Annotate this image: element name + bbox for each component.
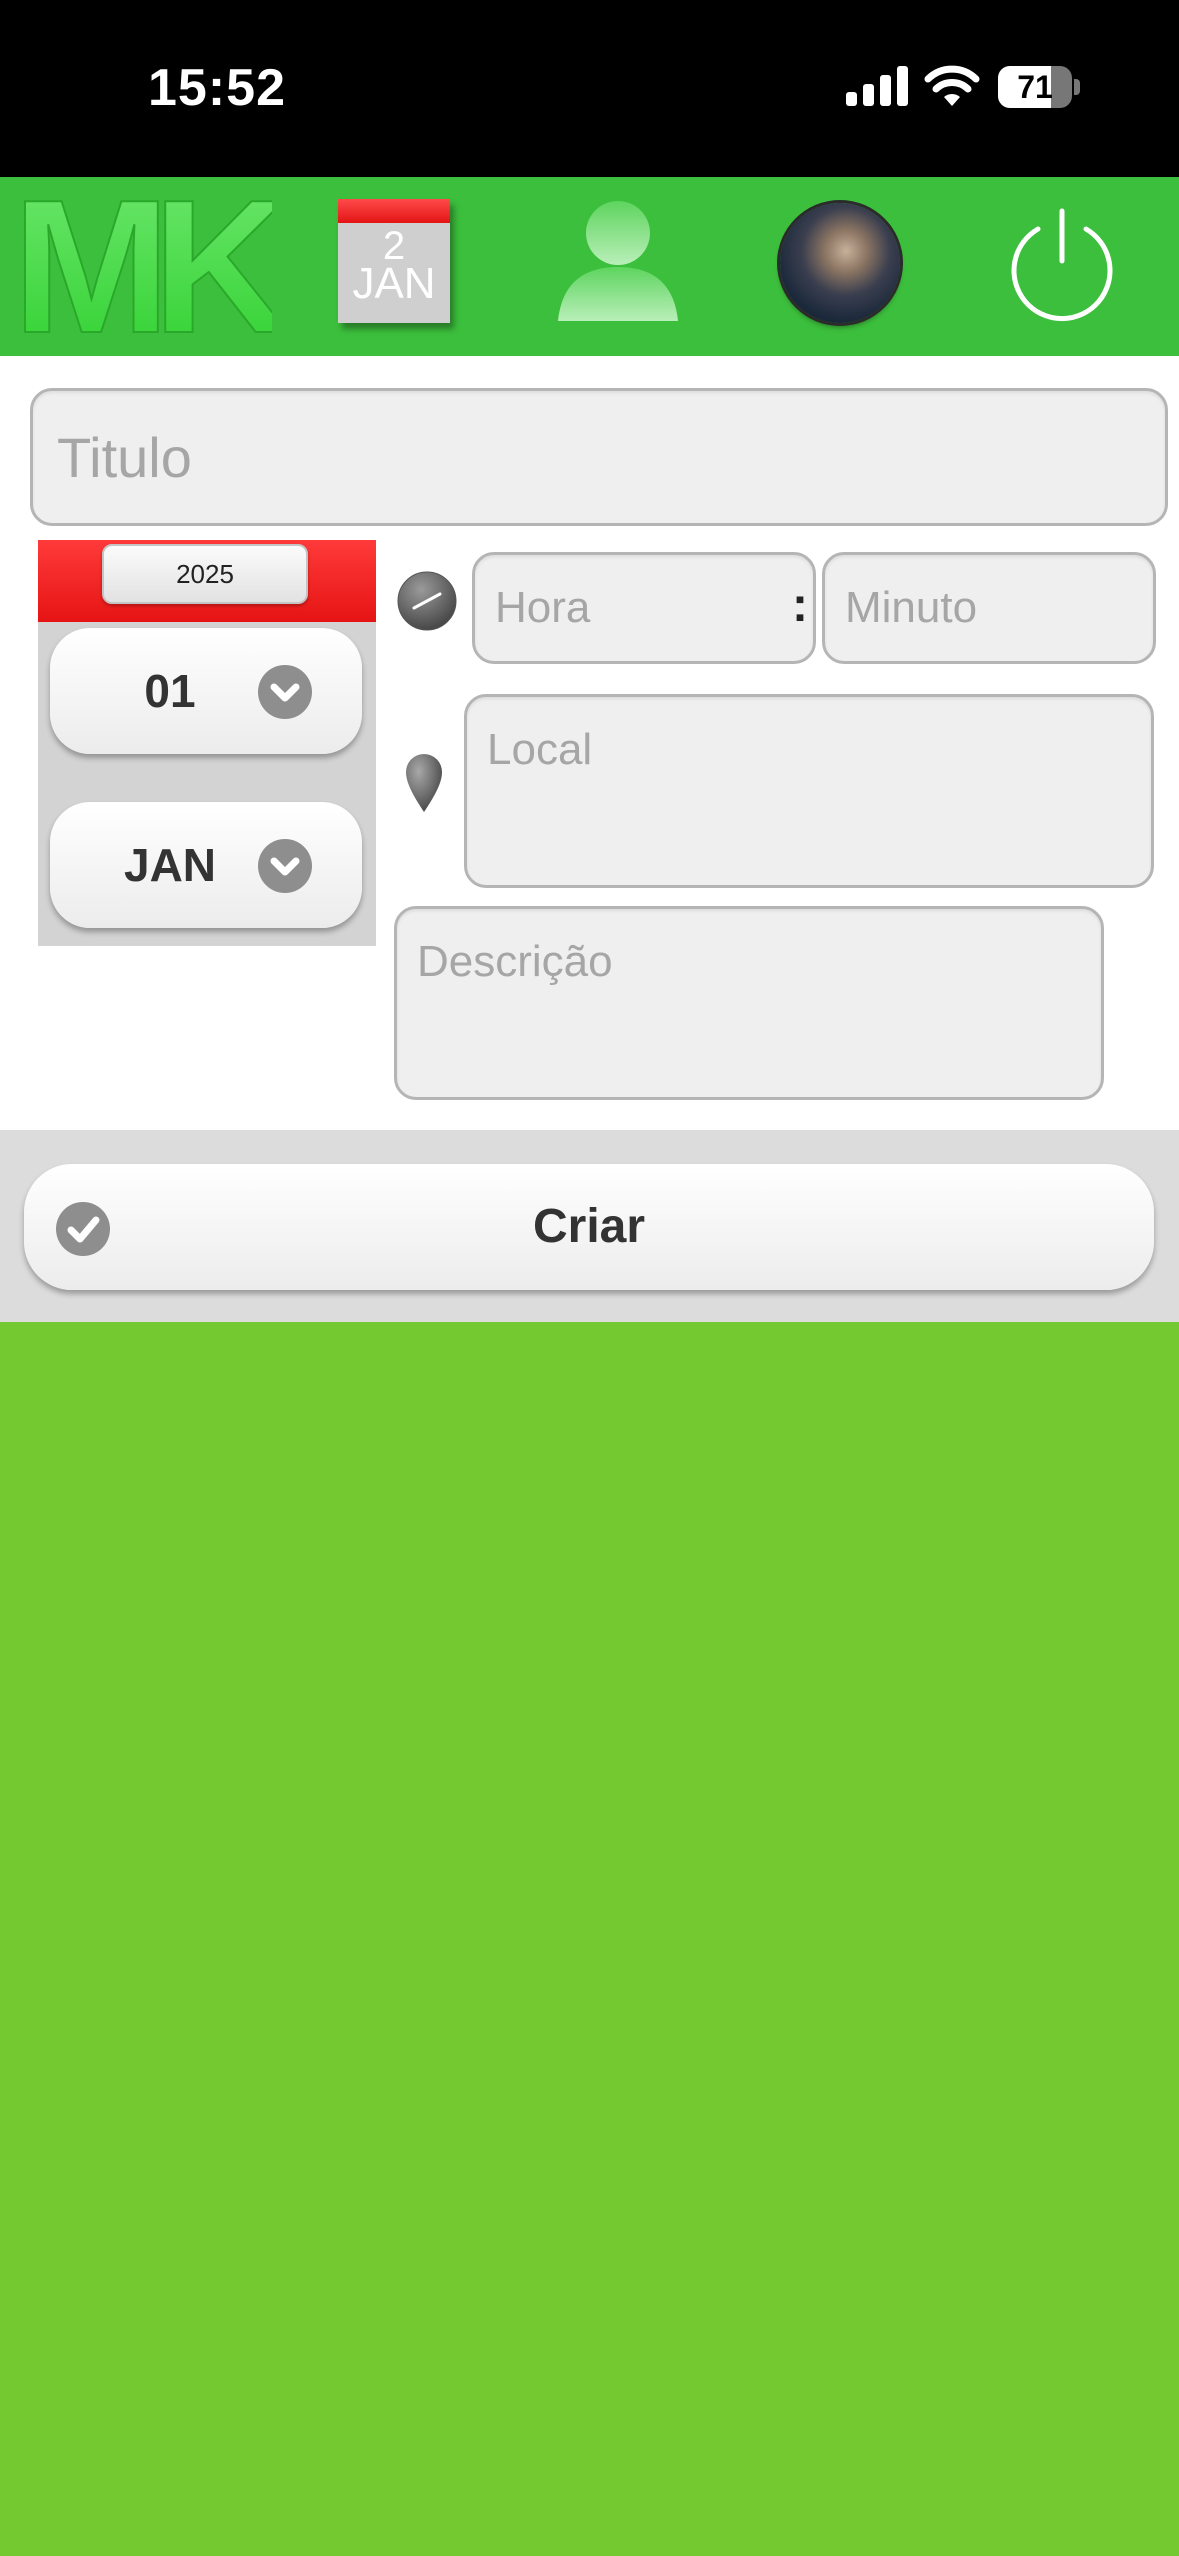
location-pin-icon — [406, 754, 442, 812]
battery-level: 71 — [1017, 69, 1053, 105]
day-select[interactable]: 01 — [50, 628, 362, 754]
hora-input[interactable]: Hora — [472, 552, 816, 664]
status-time: 15:52 — [148, 59, 286, 117]
profile-avatar[interactable] — [780, 203, 900, 323]
event-form: Titulo 2025 01 JAN Hora : Minuto Local D… — [0, 356, 1179, 1130]
user-icon[interactable] — [556, 197, 680, 321]
time-separator: : — [792, 579, 808, 632]
battery-icon: 71 — [998, 66, 1080, 108]
titulo-input[interactable]: Titulo — [30, 388, 1168, 526]
day-value: 01 — [144, 665, 196, 717]
year-field[interactable]: 2025 — [102, 544, 308, 604]
app-header: MK 2 JAN — [0, 177, 1179, 356]
month-select[interactable]: JAN — [50, 802, 362, 928]
month-value: JAN — [123, 839, 217, 891]
criar-label: Criar — [532, 1200, 646, 1253]
power-icon[interactable] — [1002, 205, 1122, 325]
calendar-month: JAN — [352, 259, 436, 308]
svg-text:MK: MK — [12, 187, 272, 347]
calendar-icon[interactable]: 2 JAN — [338, 199, 450, 323]
chevron-down-icon — [258, 839, 312, 893]
mk-logo[interactable]: MK — [12, 187, 272, 347]
chevron-down-icon — [258, 665, 312, 719]
descricao-input[interactable]: Descrição — [394, 906, 1104, 1100]
local-input[interactable]: Local — [464, 694, 1154, 888]
date-picker: 2025 01 JAN — [38, 540, 376, 946]
minuto-input[interactable]: Minuto — [822, 552, 1156, 664]
status-bar: 15:52 71 — [0, 0, 1179, 177]
cellular-signal-icon — [846, 66, 908, 106]
clock-icon — [397, 571, 457, 631]
action-bar: Criar — [0, 1130, 1179, 1322]
criar-button[interactable]: Criar — [24, 1164, 1154, 1290]
wifi-icon — [924, 65, 980, 106]
